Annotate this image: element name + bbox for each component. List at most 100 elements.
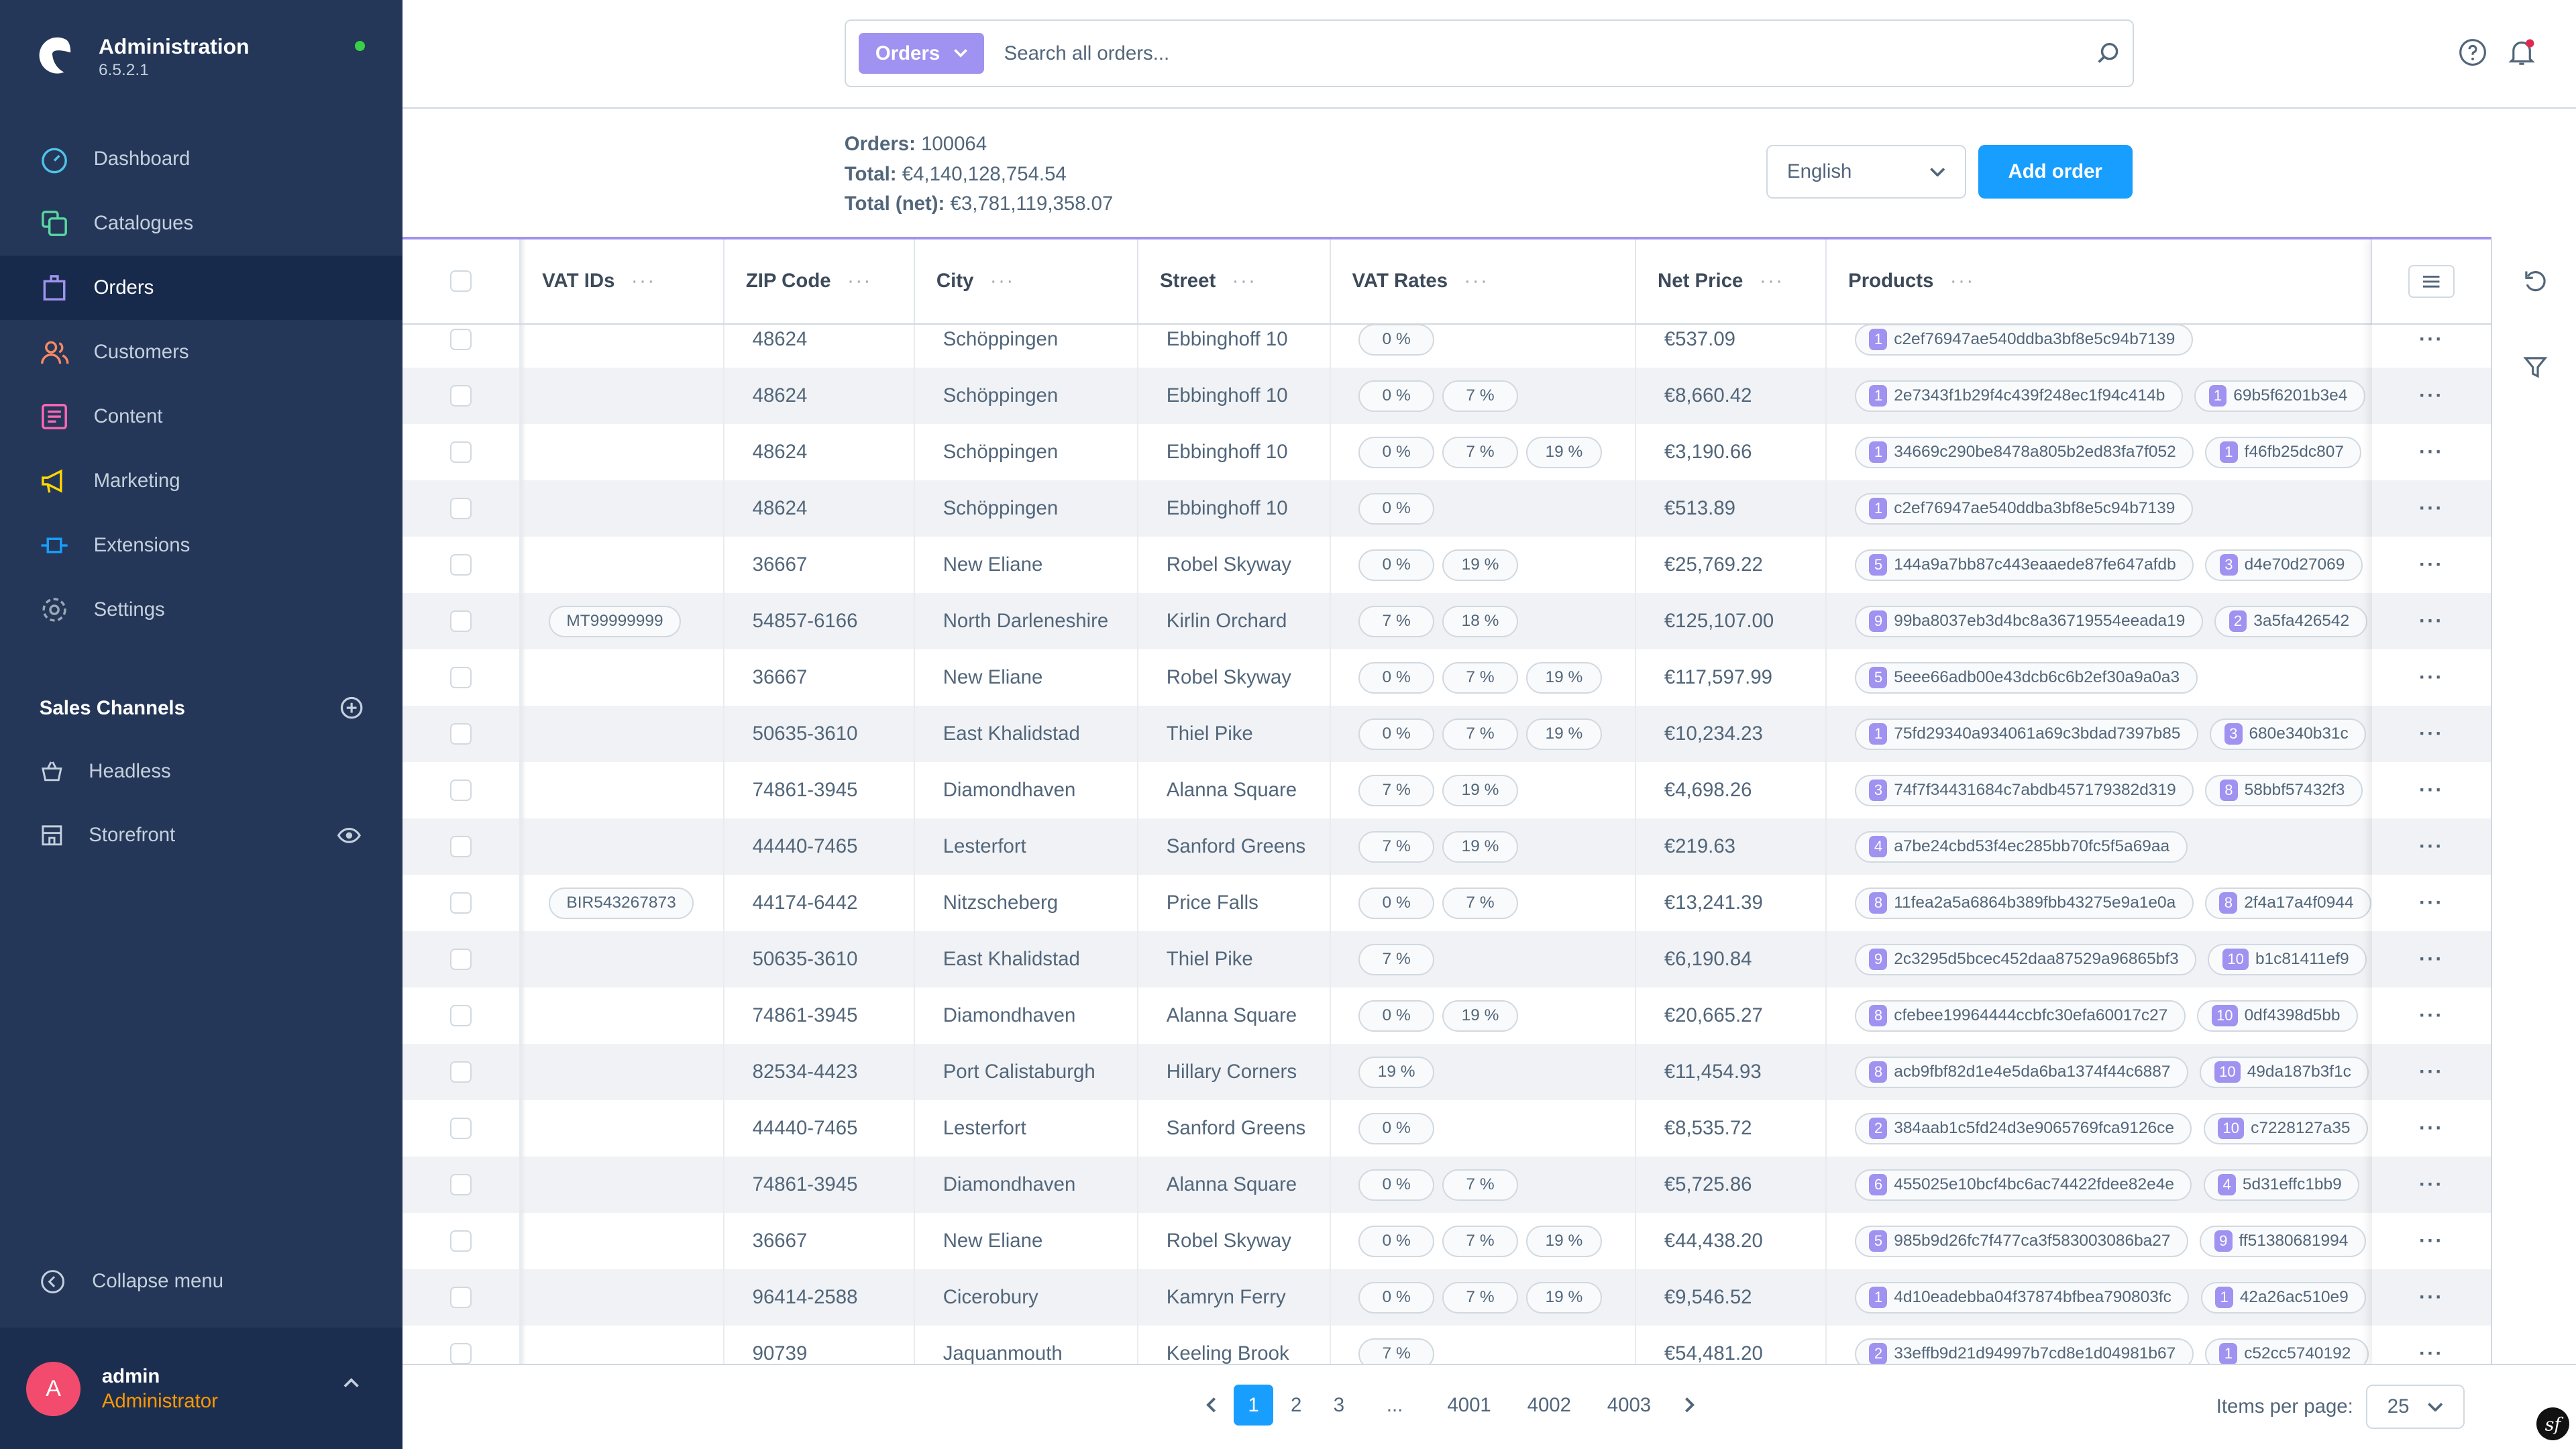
product-badge[interactable]: 1 c2ef76947ae540ddba3bf8e5c94b7139 xyxy=(1854,324,2193,356)
product-badge[interactable]: 1 75fd29340a934061a69c3bdad7397b85 xyxy=(1854,718,2198,750)
product-badge[interactable]: 10 c7228127a35 xyxy=(2203,1113,2368,1144)
row-actions-button[interactable]: ··· xyxy=(2372,875,2490,931)
column-menu-icon[interactable]: ··· xyxy=(847,270,872,292)
row-actions-button[interactable]: ··· xyxy=(2372,1269,2491,1326)
product-badge[interactable]: 9 99ba8037eb3d4bc8a36719554eeada19 xyxy=(1854,606,2203,637)
page-button-4002[interactable]: 4002 xyxy=(1524,1385,1574,1426)
column-menu-icon[interactable]: ··· xyxy=(1232,270,1257,292)
column-menu-icon[interactable]: ··· xyxy=(990,270,1015,292)
row-actions-button[interactable]: ··· xyxy=(2372,762,2490,818)
table-row[interactable]: MT99999999 54857-6166 North Darleneshire Ki… xyxy=(402,593,2491,650)
row-actions-button[interactable]: ··· xyxy=(2372,1157,2491,1214)
table-row[interactable]: BIR543267873 44174-6442 Nitzscheberg Price … xyxy=(402,875,2491,932)
product-badge[interactable]: 1 69b5f6201b3e4 xyxy=(2194,380,2365,412)
row-checkbox[interactable] xyxy=(450,1343,472,1364)
row-checkbox[interactable] xyxy=(450,610,472,633)
row-checkbox[interactable] xyxy=(450,836,472,858)
table-row[interactable]: 44440-7465 Lesterfort Sanford Greens 7 % 19 … xyxy=(402,818,2491,875)
column-settings-button[interactable] xyxy=(2408,264,2455,298)
table-row[interactable]: 74861-3945 Diamondhaven Alanna Square 7 % 19… xyxy=(402,762,2491,819)
product-badge[interactable]: 1 c52cc5740192 xyxy=(2204,1338,2369,1364)
product-badge[interactable]: 1 f46fb25dc807 xyxy=(2205,437,2362,468)
column-header-zip-code[interactable]: ZIP Code ··· xyxy=(724,239,916,323)
product-badge[interactable]: 8 58bbf57432f3 xyxy=(2205,775,2363,806)
table-row[interactable]: 48624 Schöppingen Ebbinghoff 10 0 % 7 % 19 % €… xyxy=(402,424,2491,481)
table-row[interactable]: 36667 New Eliane Robel Skyway 0 % 19 % €25,76… xyxy=(402,537,2491,594)
notification-bell-icon[interactable] xyxy=(2507,38,2536,67)
table-row[interactable]: 48624 Schöppingen Ebbinghoff 10 0 % €513.89 1… xyxy=(402,480,2491,537)
items-per-page-select[interactable]: 25 xyxy=(2366,1385,2465,1430)
row-actions-button[interactable]: ··· xyxy=(2372,1326,2490,1363)
row-checkbox[interactable] xyxy=(450,780,472,802)
product-badge[interactable]: 8 acb9fbf82d1e4e5da6ba1374f44c6887 xyxy=(1854,1057,2188,1088)
product-badge[interactable]: 5 5eee66adb00e43dcb6c6b2ef30a9a0a3 xyxy=(1854,662,2198,694)
row-actions-button[interactable]: ··· xyxy=(2372,311,2490,368)
table-row[interactable]: 90739 Jaquanmouth Keeling Brook 7 % €54,481.… xyxy=(402,1326,2491,1364)
chevron-up-icon[interactable] xyxy=(341,1377,361,1390)
product-badge[interactable]: 8 cfebee19964444ccbfc30efa60017c27 xyxy=(1854,1000,2186,1032)
product-badge[interactable]: 8 2f4a17a4f0944 xyxy=(2204,888,2371,919)
search-type-select[interactable]: Orders xyxy=(859,32,985,74)
table-row[interactable]: 44440-7465 Lesterfort Sanford Greens 0 % €8,… xyxy=(402,1100,2491,1157)
product-badge[interactable]: 9 ff51380681994 xyxy=(2200,1226,2366,1257)
nav-item-orders[interactable]: Orders xyxy=(0,255,402,320)
product-badge[interactable]: 2 3a5fa426542 xyxy=(2214,606,2367,637)
table-row[interactable]: 36667 New Eliane Robel Skyway 0 % 7 % 19 % €11… xyxy=(402,649,2491,706)
column-header-net-price[interactable]: Net Price ··· xyxy=(1636,239,1827,323)
product-badge[interactable]: 8 11fea2a5a6864b389fbb43275e9a1e0a xyxy=(1854,888,2194,919)
product-badge[interactable]: 10 49da187b3f1c xyxy=(2200,1057,2369,1088)
product-badge[interactable]: 1 42a26ac510e9 xyxy=(2200,1282,2367,1313)
row-checkbox[interactable] xyxy=(450,441,472,464)
column-header-products[interactable]: Products ··· xyxy=(1827,239,2373,323)
column-header-vat-rates[interactable]: VAT Rates ··· xyxy=(1331,239,1637,323)
row-actions-button[interactable]: ··· xyxy=(2372,1213,2490,1269)
row-checkbox[interactable] xyxy=(450,667,472,689)
product-badge[interactable]: 1 2e7343f1b29f4c439f248ec1f94c414b xyxy=(1854,380,2183,412)
row-actions-button[interactable]: ··· xyxy=(2372,593,2491,650)
row-actions-button[interactable]: ··· xyxy=(2372,818,2491,875)
eye-icon[interactable] xyxy=(337,823,362,848)
table-row[interactable]: 74861-3945 Diamondhaven Alanna Square 0 % 19… xyxy=(402,987,2491,1044)
column-menu-icon[interactable]: ··· xyxy=(631,270,656,292)
product-badge[interactable]: 1 34669c290be8478a805b2ed83fa7f052 xyxy=(1854,437,2194,468)
product-badge[interactable]: 4 a7be24cbd53f4ec285bb70fc5f5a69aa xyxy=(1854,831,2188,863)
table-row[interactable]: 82534-4423 Port Calistaburgh Hillary Corne… xyxy=(402,1044,2491,1101)
product-badge[interactable]: 5 144a9a7bb87c443eaaede87fe647afdb xyxy=(1854,549,2194,581)
row-checkbox[interactable] xyxy=(450,1230,472,1252)
sales-channel-storefront[interactable]: Storefront xyxy=(0,804,402,868)
column-menu-icon[interactable]: ··· xyxy=(1760,270,1784,292)
table-row[interactable]: 96414-2588 Cicerobury Kamryn Ferry 0 % 7 % 19… xyxy=(402,1269,2491,1326)
sales-channel-headless[interactable]: Headless xyxy=(0,739,402,804)
add-order-button[interactable]: Add order xyxy=(1978,144,2133,199)
search-icon[interactable] xyxy=(2096,42,2119,64)
row-checkbox[interactable] xyxy=(450,949,472,971)
row-actions-button[interactable]: ··· xyxy=(2372,368,2491,425)
select-all-checkbox[interactable] xyxy=(450,270,472,292)
row-actions-button[interactable]: ··· xyxy=(2372,424,2490,480)
next-page-button[interactable] xyxy=(1671,1385,1711,1426)
product-badge[interactable]: 1 c2ef76947ae540ddba3bf8e5c94b7139 xyxy=(1854,493,2193,525)
column-header-vat-ids[interactable]: VAT IDs ··· xyxy=(521,239,724,323)
table-row[interactable]: 36667 New Eliane Robel Skyway 0 % 7 % 19 % €44… xyxy=(402,1213,2491,1270)
row-actions-button[interactable]: ··· xyxy=(2372,987,2490,1044)
row-actions-button[interactable]: ··· xyxy=(2372,706,2491,763)
row-checkbox[interactable] xyxy=(450,1174,472,1196)
row-actions-button[interactable]: ··· xyxy=(2372,1100,2490,1157)
nav-item-dashboard[interactable]: Dashboard xyxy=(0,127,402,191)
row-checkbox[interactable] xyxy=(450,723,472,745)
page-button-1[interactable]: 1 xyxy=(1234,1385,1273,1426)
nav-item-marketing[interactable]: Marketing xyxy=(0,449,402,513)
column-header-city[interactable]: City ··· xyxy=(915,239,1139,323)
nav-item-content[interactable]: Content xyxy=(0,384,402,449)
table-row[interactable]: 50635-3610 East Khalidstad Thiel Pike 7 % €6… xyxy=(402,931,2491,988)
symfony-toolbar-icon[interactable]: sf xyxy=(2536,1407,2570,1441)
row-actions-button[interactable]: ··· xyxy=(2372,649,2490,706)
row-checkbox[interactable] xyxy=(450,498,472,520)
add-sales-channel-icon[interactable] xyxy=(340,696,363,719)
product-badge[interactable]: 10 0df4398d5bb xyxy=(2197,1000,2358,1032)
refresh-icon[interactable] xyxy=(2523,270,2548,294)
user-menu[interactable]: A admin Administrator xyxy=(0,1327,402,1449)
nav-item-settings[interactable]: Settings xyxy=(0,578,402,642)
product-badge[interactable]: 4 5d31effc1bb9 xyxy=(2203,1169,2360,1201)
product-badge[interactable]: 6 455025e10bcf4bc6ac74422fdee82e4e xyxy=(1854,1169,2192,1201)
